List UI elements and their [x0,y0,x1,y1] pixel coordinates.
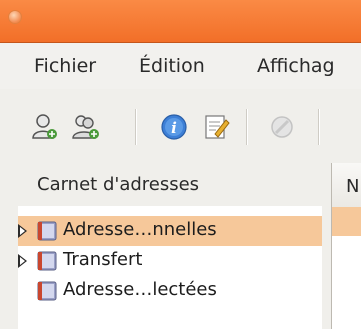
toolbar-separator [135,109,137,145]
properties-icon[interactable]: i [159,112,189,142]
new-list-icon[interactable] [71,112,101,142]
tree-item-transfert[interactable]: Transfert [18,246,322,276]
write-icon[interactable] [201,112,231,142]
address-book-icon [37,281,57,301]
tree-item-label: Adresse…lectées [63,279,217,300]
address-book-panel-title: Carnet d'adresses [37,174,200,195]
svg-text:i: i [171,119,177,137]
toolbar-separator [246,109,248,145]
address-book-tree: Adresse…nnelles Transfert Adresse…lectée… [18,206,322,329]
menu-fichier[interactable]: Fichier [34,55,96,77]
address-book-icon [37,251,57,271]
column-header-label: N [346,176,360,197]
tree-item-label: Adresse…nnelles [63,219,217,240]
tree-item-adresses-personnelles[interactable]: Adresse…nnelles [18,216,322,246]
tree-item-label: Transfert [63,249,143,270]
new-contact-icon[interactable] [30,112,60,142]
address-book-icon [37,221,57,241]
expand-arrow-icon[interactable] [18,254,27,268]
panel-splitter[interactable] [323,163,331,329]
menu-affichage[interactable]: Affichag [257,55,335,77]
contact-row-selected[interactable] [332,207,361,236]
stop-icon[interactable] [267,112,297,142]
menu-edition[interactable]: Édition [139,55,205,77]
toolbar: i [0,89,361,163]
close-window-icon[interactable] [8,10,22,24]
contacts-list: N [331,163,361,329]
menu-bar: Fichier Édition Affichag [0,43,361,89]
tree-item-adresses-collectees[interactable]: Adresse…lectées [18,276,322,306]
window-titlebar [0,0,361,43]
column-header-name[interactable]: N [332,163,361,208]
expand-arrow-icon[interactable] [18,224,27,238]
toolbar-separator [318,109,320,145]
